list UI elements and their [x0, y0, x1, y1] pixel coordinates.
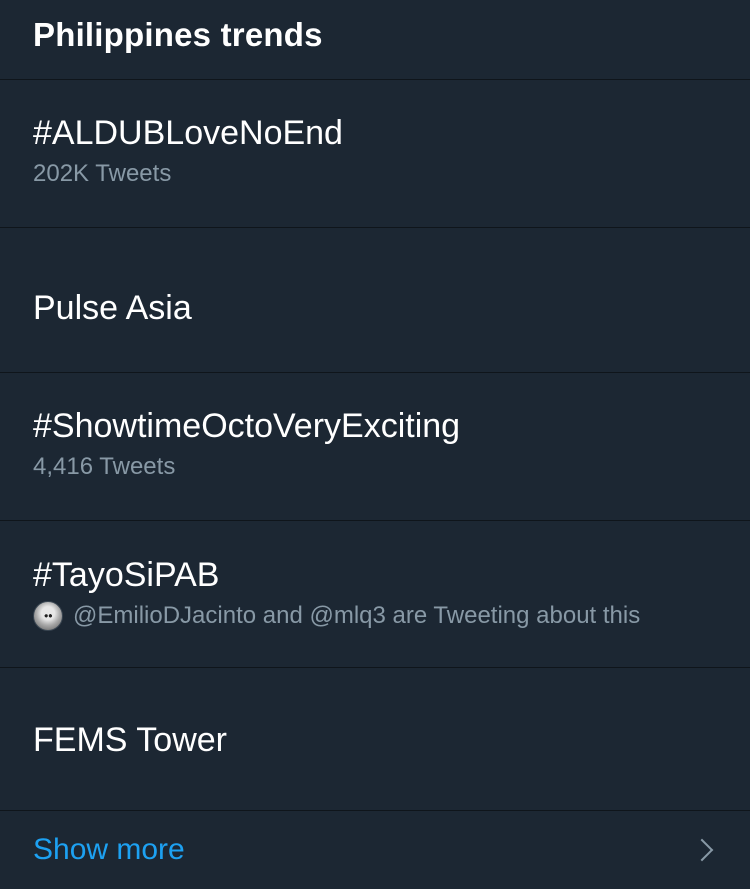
trend-meta-text: 4,416 Tweets	[33, 453, 176, 480]
page-title: Philippines trends	[33, 16, 323, 53]
trend-item-aldubloveNoEnd[interactable]: #ALDUBLoveNoEnd 202K Tweets	[0, 80, 750, 228]
chevron-right-icon	[694, 837, 710, 863]
trend-item-fems-tower[interactable]: FEMS Tower	[0, 668, 750, 811]
trend-item-showtime[interactable]: #ShowtimeOctoVeryExciting 4,416 Tweets	[0, 373, 750, 521]
trend-meta-text: @EmilioDJacinto and @mlq3 are Tweeting a…	[73, 602, 641, 629]
trends-panel: Philippines trends #ALDUBLoveNoEnd 202K …	[0, 0, 750, 889]
trend-item-tayosipab[interactable]: #TayoSiPAB @EmilioDJacinto and @mlq3 are…	[0, 521, 750, 668]
trend-name: #ShowtimeOctoVeryExciting	[33, 407, 461, 445]
trend-name: FEMS Tower	[33, 721, 227, 759]
trend-tweet-count: 4,416 Tweets	[33, 452, 750, 482]
trend-name: #TayoSiPAB	[33, 556, 220, 594]
trend-context: @EmilioDJacinto and @mlq3 are Tweeting a…	[33, 601, 750, 631]
show-more-label: Show more	[33, 833, 185, 866]
show-more-button[interactable]: Show more	[0, 811, 750, 889]
trend-name: #ALDUBLoveNoEnd	[33, 114, 343, 152]
user-avatar	[33, 601, 63, 631]
trend-meta-text: 202K Tweets	[33, 160, 172, 187]
trend-tweet-count: 202K Tweets	[33, 159, 750, 189]
trend-item-pulse-asia[interactable]: Pulse Asia	[0, 228, 750, 373]
trend-name: Pulse Asia	[33, 289, 192, 327]
trends-header: Philippines trends	[0, 0, 750, 80]
